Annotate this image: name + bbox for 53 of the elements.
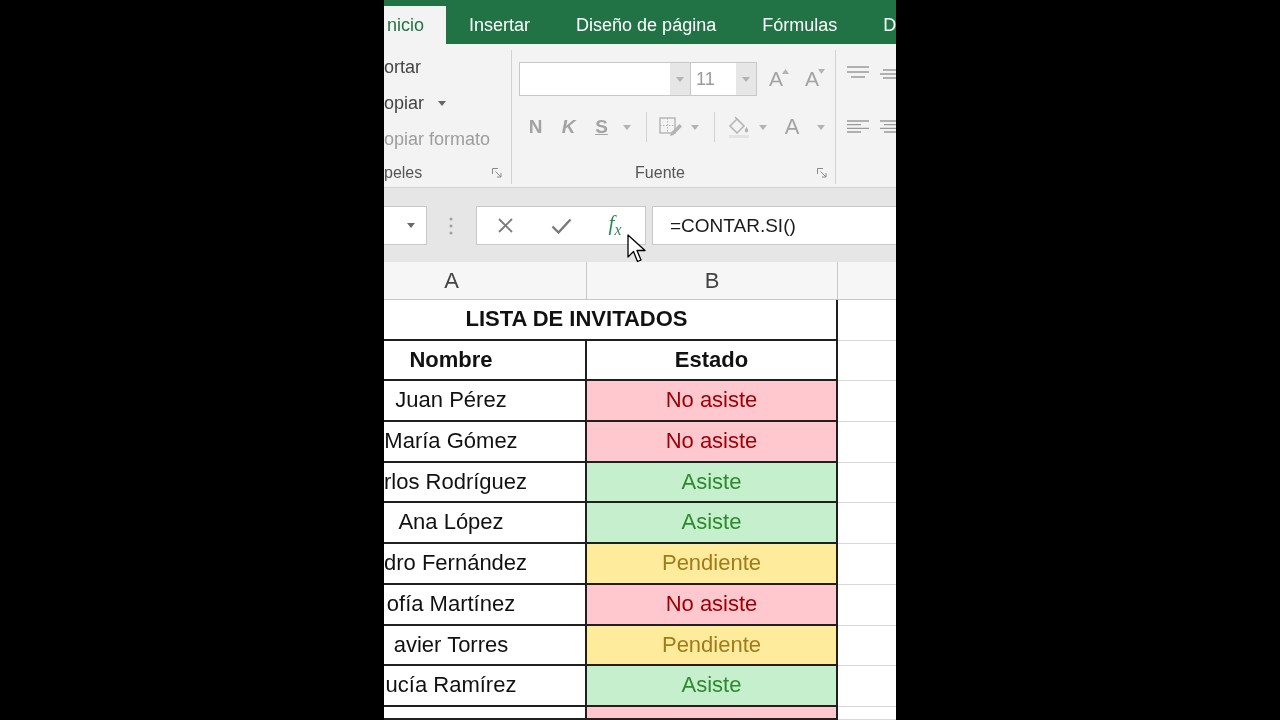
ribbon-tab[interactable]: Diseño de página [553,6,740,44]
caret-icon[interactable] [759,124,767,130]
status-cell: Asiste [587,462,838,504]
caret-icon [438,100,447,106]
dialog-launcher-icon[interactable] [817,168,827,178]
align-lines-icon[interactable] [880,119,896,133]
table-cell: María Gómez [384,422,587,463]
checkmark-icon[interactable] [550,217,572,234]
caret-icon [742,76,750,82]
grip-dots-icon [449,216,453,235]
ribbon-tab[interactable]: nicio [384,6,447,44]
table-cell: Ana López [384,503,587,545]
caret-icon[interactable] [817,124,825,130]
formula-input[interactable]: =CONTAR.SI() [652,206,896,245]
close-icon[interactable] [497,218,513,233]
table-cell: dro Fernández [384,544,587,585]
table-header-cell: Estado [587,340,838,382]
name-box[interactable] [384,206,427,245]
table-cell: avier Torres [384,625,587,667]
paint-bucket-icon[interactable] [727,116,751,138]
caret-icon [407,223,415,228]
ribbon-tab[interactable]: D [860,6,896,44]
dialog-launcher-icon[interactable] [492,168,502,178]
column-header[interactable]: B [587,262,838,299]
group-label: Fuente [635,164,685,182]
ribbon-tab[interactable]: Fórmulas [739,6,861,44]
status-cell: No asiste [587,584,838,626]
status-cell: Asiste [587,666,838,707]
align-left-icon[interactable] [847,119,869,133]
caret-icon [676,76,684,82]
table-cell: ucía Ramírez [384,666,587,707]
status-cell: Pendiente [587,625,838,667]
status-cell: Asiste [587,503,838,545]
status-cell: No asiste [587,422,838,463]
insert-function-button[interactable]: f$_{x}$ [606,211,624,240]
caret-icon[interactable] [691,124,699,130]
status-cell: Pendiente [587,544,838,585]
status-cell: No asiste [587,381,838,423]
clipboard-command[interactable]: opiar [384,88,447,118]
table-header-cell: Nombre [384,340,587,382]
column-header[interactable]: A [384,262,587,299]
align-top-icon[interactable] [847,65,869,79]
triangle-down-icon [818,69,826,74]
clipboard-command[interactable]: ortar [384,52,421,82]
table-cell: Juan Pérez [384,381,587,423]
triangle-up-icon [782,69,789,74]
table-title-cell: LISTA DE INVITADOS [384,300,838,341]
table-cell: ofía Martínez [384,584,587,626]
border-grid-icon[interactable] [659,116,683,138]
caret-icon[interactable] [623,124,631,130]
group-label: peles [384,164,423,182]
table-cell: rlos Rodríguez [384,462,587,504]
ribbon-tab[interactable]: Insertar [446,6,554,44]
